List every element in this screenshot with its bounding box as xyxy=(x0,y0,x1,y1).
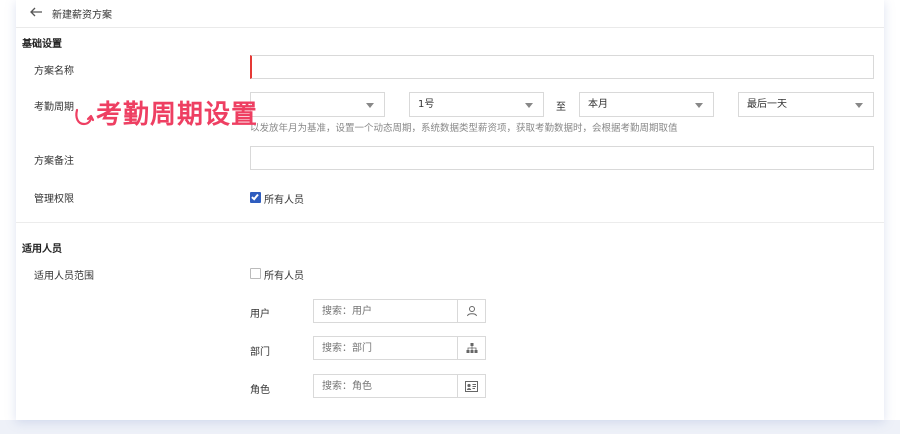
department-picker-button[interactable] xyxy=(457,337,485,359)
chevron-down-icon xyxy=(366,103,374,108)
chevron-down-icon xyxy=(855,103,863,108)
user-search-input[interactable] xyxy=(314,300,459,322)
check-icon xyxy=(251,192,259,201)
annotation-callout: 考勤周期设置 xyxy=(96,100,259,130)
scheme-remark-input[interactable] xyxy=(250,146,874,170)
permission-all-checkbox[interactable] xyxy=(250,192,261,203)
page-background-strip xyxy=(0,420,900,434)
cycle-end-day-value: 最后一天 xyxy=(747,99,787,110)
id-card-icon xyxy=(465,380,478,392)
user-picker-button[interactable] xyxy=(457,300,485,322)
section-divider xyxy=(16,222,884,223)
chevron-down-icon xyxy=(695,103,703,108)
page-title: 新建薪资方案 xyxy=(52,10,112,21)
cycle-end-month-select[interactable]: 本月 xyxy=(579,92,714,117)
scope-label: 适用人员范围 xyxy=(34,271,94,282)
role-search-input[interactable] xyxy=(314,375,459,397)
permission-all-label: 所有人员 xyxy=(264,195,304,206)
scheme-name-label: 方案名称 xyxy=(34,66,74,77)
department-label: 部门 xyxy=(250,347,270,358)
scheme-remark-label: 方案备注 xyxy=(34,156,74,167)
attendance-cycle-label: 考勤周期 xyxy=(34,102,74,113)
scope-all-checkbox[interactable] xyxy=(250,268,261,279)
user-label: 用户 xyxy=(250,309,270,320)
scheme-name-input[interactable] xyxy=(250,55,874,79)
cycle-start-day-select[interactable]: 1号 xyxy=(409,92,544,117)
scope-all-label: 所有人员 xyxy=(264,271,304,282)
org-tree-icon xyxy=(466,343,477,353)
permission-label: 管理权限 xyxy=(34,194,74,205)
section-title-basic: 基础设置 xyxy=(22,39,62,50)
cycle-end-month-value: 本月 xyxy=(588,99,608,110)
role-picker-button[interactable] xyxy=(457,375,485,397)
chevron-down-icon xyxy=(525,103,533,108)
section-title-applicable: 适用人员 xyxy=(22,244,62,255)
role-label: 角色 xyxy=(250,385,270,396)
cycle-to-label: 至 xyxy=(556,102,566,113)
cycle-hint-text: 以发放年月为基准，设置一个动态周期，系统数据类型薪资项，获取考勤数据时，会根据考… xyxy=(250,123,678,134)
user-search-box xyxy=(313,299,486,323)
department-search-input[interactable] xyxy=(314,337,459,359)
cycle-start-day-value: 1号 xyxy=(418,99,435,110)
cycle-start-month-select[interactable] xyxy=(250,92,385,117)
role-search-box xyxy=(313,374,486,398)
annotation-hook-icon xyxy=(75,108,95,126)
department-search-box xyxy=(313,336,486,360)
cycle-end-day-select[interactable]: 最后一天 xyxy=(738,92,874,117)
user-icon xyxy=(466,306,477,317)
page-header: 新建薪资方案 xyxy=(16,0,884,28)
back-arrow-icon[interactable] xyxy=(28,4,44,20)
form-panel: 新建薪资方案 基础设置 方案名称 考勤周期 1号 至 本月 最后一天 以发放年月… xyxy=(16,0,884,420)
